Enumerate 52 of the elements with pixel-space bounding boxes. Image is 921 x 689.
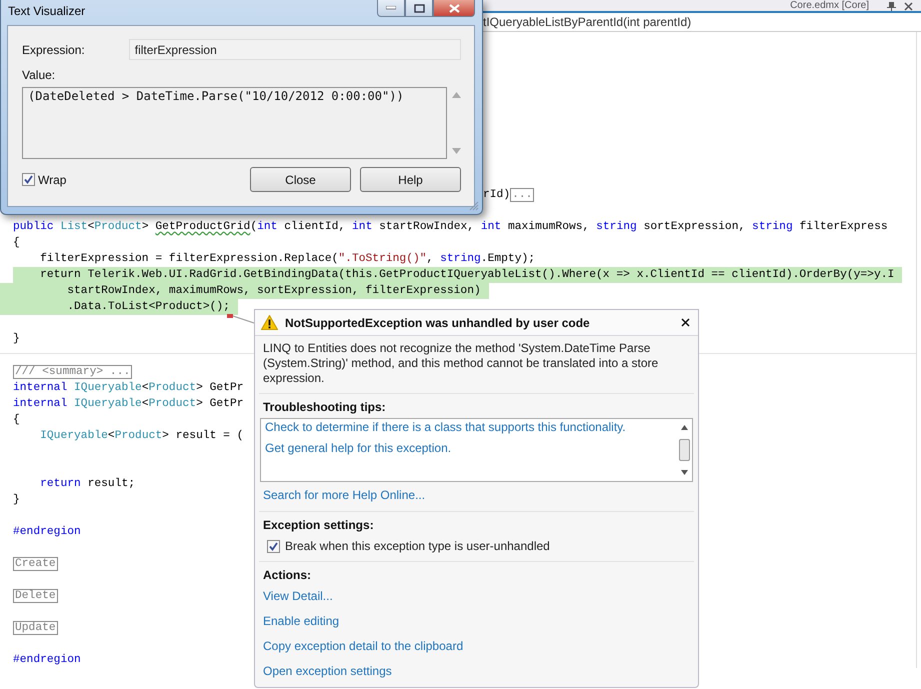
maximize-button[interactable] [405,0,433,17]
code-line: internal IQueryable<Product> GetPr [13,396,244,412]
code-line: } [13,332,20,347]
expression-field[interactable]: filterExpression [128,39,461,60]
close-button[interactable]: Close [250,167,351,192]
minimize-button[interactable] [377,0,405,17]
code-line: { [13,236,20,251]
section-heading: Exception settings: [263,518,375,534]
tip-link[interactable]: Check to determine if there is a class that supports this functionality. [265,419,692,440]
action-link[interactable]: View Detail... [263,584,690,609]
close-button[interactable] [433,0,475,17]
scroll-up-icon[interactable] [680,424,688,430]
scroll-down-icon[interactable] [680,470,688,476]
wrap-label: Wrap [38,172,66,186]
code-line: } [13,492,20,508]
expression-label: Expression: [22,42,86,56]
code-line: return result; [39,476,136,492]
exception-message: LINQ to Entities does not recognize the method 'System.DateTime Parse (System.String)' method, and this method cannot be translated into a store expression. [263,341,660,386]
close-icon[interactable] [681,318,690,327]
code-line: { [13,412,20,428]
leader-line [226,313,256,325]
checkbox[interactable] [267,540,280,552]
warning-icon [261,315,278,330]
tip-link[interactable]: Get general help for this exception. [265,440,692,461]
checkbox-label: Break when this exception type is user-unhandled [285,539,550,553]
checkbox[interactable] [22,173,35,186]
section-heading: Troubleshooting tips: [263,400,387,416]
code-line: internal IQueryable<Product> GetPr [13,380,244,396]
value-label: Value: [22,68,56,84]
scroll-thumb[interactable] [678,439,690,461]
pin-icon[interactable] [887,2,896,11]
resize-grip-icon[interactable] [469,201,479,211]
code-line: IQueryable<Product> result = ( [39,428,244,444]
maximize-icon [414,4,424,12]
help-button[interactable]: Help [360,167,461,192]
code-line: #endregion [13,524,81,540]
minimize-icon [386,6,396,10]
window-title: Text Visualizer [8,4,86,18]
action-link[interactable]: Open exception settings [263,659,690,684]
code-line: filterExpression = filterExpression.Replace(".ToString()", string.Empty); [39,252,536,267]
action-link[interactable]: Enable editing [263,609,690,634]
code-line: public List<Product> GetProductGrid(int clientId, int startRowIndex, int maximumRows, string sortExpression, string filterExpress [13,220,888,235]
member-dropdown[interactable]: tIQueryableListByParentId(int parentId) [483,15,692,29]
code-line: rId) ... [483,187,534,203]
code-line: #endregion [13,652,81,668]
close-icon [448,4,460,12]
document-tab[interactable]: Core.edmx [Core] [790,1,869,11]
search-help-link[interactable]: Search for more Help Online... [263,488,690,504]
exception-title: NotSupportedException was unhandled by user code [285,316,590,330]
section-heading: Actions: [263,568,312,584]
action-link[interactable]: Copy exception detail to the clipboard [263,634,690,659]
close-icon[interactable] [904,2,913,11]
